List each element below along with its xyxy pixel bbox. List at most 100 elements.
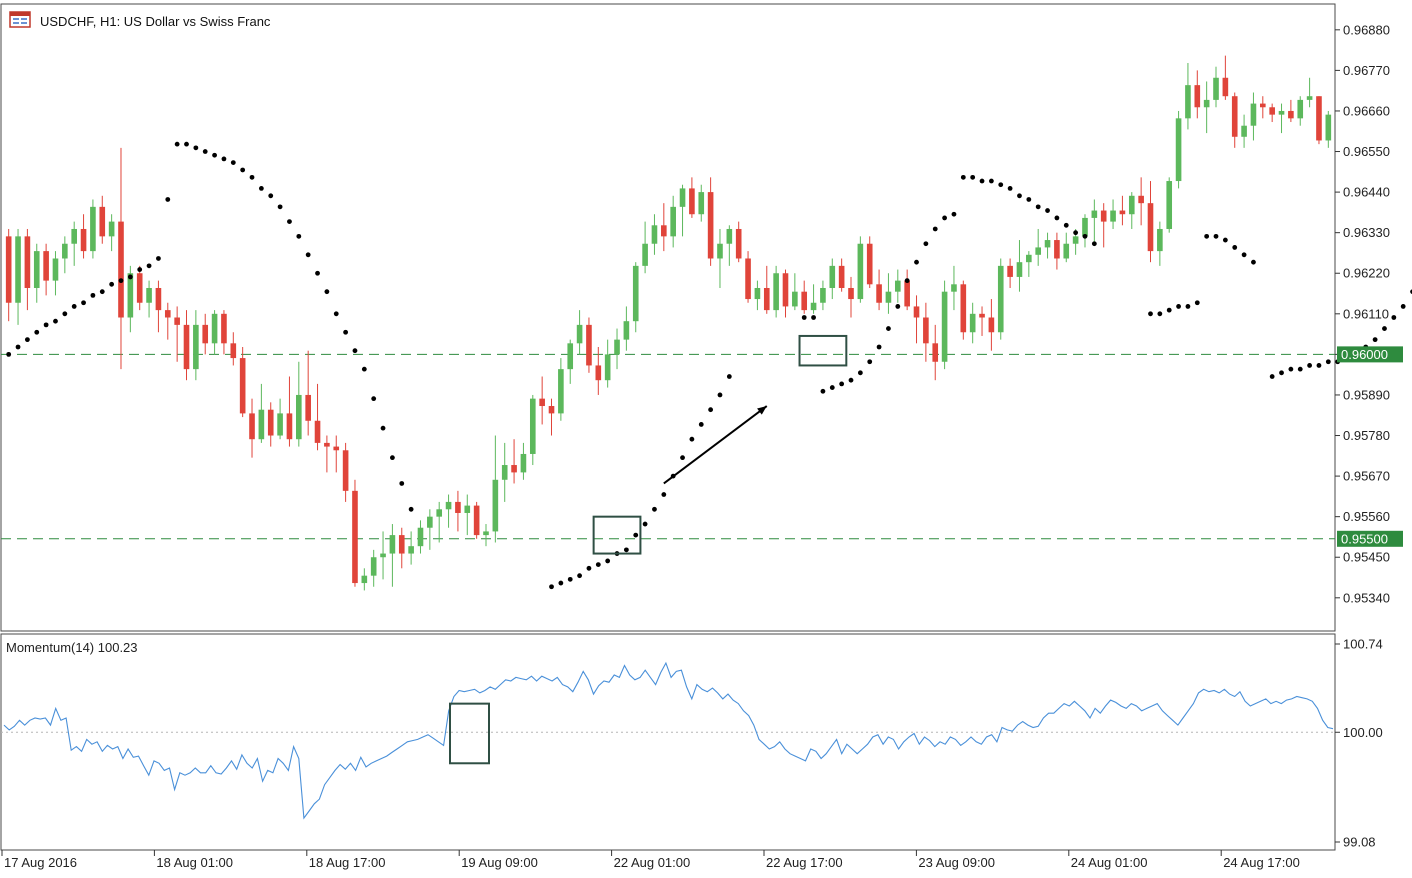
- candle-body: [1026, 254, 1032, 263]
- candle-body: [1306, 96, 1313, 100]
- sar-dot: [53, 318, 58, 324]
- candle-body: [679, 188, 686, 207]
- candle-body: [614, 339, 620, 355]
- candle-body: [604, 354, 611, 381]
- candle-body: [258, 409, 265, 440]
- sar-dot: [661, 492, 667, 497]
- sar-dot: [81, 300, 86, 306]
- candle-body: [249, 413, 255, 440]
- sar-dot: [1372, 337, 1378, 343]
- sar-dot: [1063, 222, 1069, 228]
- sar-dot: [1400, 304, 1406, 309]
- sar-dot: [1185, 304, 1191, 309]
- candle-body: [1128, 195, 1135, 215]
- candle-body: [951, 284, 957, 292]
- candle-body: [997, 265, 1004, 333]
- price-tick-label: 0.96880: [1343, 22, 1390, 37]
- sar-dot: [34, 329, 40, 335]
- candle-body: [801, 291, 808, 311]
- sar-dot: [998, 182, 1004, 188]
- candle-body: [1222, 77, 1229, 97]
- candle-body: [923, 317, 929, 344]
- candle-body: [1007, 265, 1013, 277]
- sar-dot: [960, 174, 966, 180]
- candle-body: [988, 317, 995, 333]
- time-tick-label: 18 Aug 17:00: [309, 855, 386, 870]
- sar-dot: [305, 252, 311, 258]
- candle-body: [90, 206, 96, 252]
- candle-body: [1138, 195, 1144, 204]
- sar-dot: [1279, 370, 1284, 376]
- candle-body: [193, 324, 199, 370]
- sar-dot: [829, 385, 835, 390]
- sar-dot: [287, 219, 292, 225]
- candle-body: [932, 343, 939, 362]
- candle-body: [885, 291, 892, 303]
- sar-dot: [268, 193, 274, 199]
- sar-dot: [708, 407, 714, 413]
- candle-body: [1044, 240, 1051, 248]
- candle-body: [202, 324, 209, 344]
- candle-body: [1054, 240, 1060, 259]
- candle-body: [1231, 96, 1238, 137]
- sar-dot: [6, 351, 12, 357]
- candle-body: [838, 265, 845, 288]
- sar-dot: [970, 174, 976, 180]
- candle-body: [333, 446, 340, 451]
- sar-dot: [895, 304, 901, 309]
- sar-dot: [156, 256, 161, 261]
- sar-dot: [904, 278, 910, 284]
- sar-dot: [202, 149, 208, 154]
- candle-body: [417, 527, 424, 547]
- sar-dot: [193, 145, 199, 151]
- sar-dot: [146, 263, 152, 269]
- candle-body: [1100, 210, 1107, 222]
- candle-body: [342, 450, 349, 491]
- sar-dot: [1213, 233, 1219, 239]
- candle-body: [904, 280, 910, 307]
- candle-body: [1241, 125, 1247, 137]
- sar-dot: [380, 425, 386, 431]
- candle-body: [726, 228, 733, 244]
- candle-body: [632, 265, 639, 322]
- candle-body: [62, 243, 68, 259]
- candle-body: [689, 188, 695, 215]
- candle-body: [146, 287, 152, 303]
- candle-body: [314, 420, 321, 443]
- candle-body: [33, 251, 40, 288]
- candle-body: [792, 291, 798, 307]
- sar-dot: [633, 532, 639, 538]
- candle-body: [1288, 110, 1294, 119]
- sar-dot: [1241, 252, 1247, 258]
- candle-body: [361, 575, 368, 584]
- candle-body: [80, 228, 87, 252]
- sar-dot: [857, 370, 863, 376]
- candle-body: [1082, 217, 1088, 237]
- sar-dot: [90, 292, 96, 298]
- candle-body: [221, 313, 227, 344]
- sar-dot: [680, 455, 685, 461]
- time-tick-label: 19 Aug 09:00: [461, 855, 538, 870]
- candle-body: [473, 505, 480, 536]
- candle-body: [623, 321, 630, 340]
- sar-dot: [62, 311, 68, 317]
- sar-dot: [361, 366, 367, 372]
- momentum-tick-label: 100.00: [1343, 725, 1383, 740]
- sar-dot: [15, 344, 21, 350]
- candle-body: [913, 306, 920, 318]
- candle-body: [979, 313, 985, 318]
- candle-body: [99, 206, 106, 237]
- sar-dot: [1391, 315, 1397, 320]
- sar-dot: [221, 156, 227, 162]
- candle-body: [866, 243, 873, 285]
- candle-body: [445, 501, 452, 510]
- candle-body: [43, 251, 49, 281]
- price-tick-label: 0.96660: [1343, 103, 1390, 118]
- sar-dot: [642, 521, 648, 527]
- price-tick-label: 0.95890: [1343, 387, 1390, 402]
- sar-dot: [1082, 233, 1088, 239]
- candle-body: [230, 343, 237, 359]
- candle-body: [1213, 77, 1219, 100]
- candle-body: [1203, 99, 1210, 108]
- candle-body: [941, 291, 948, 362]
